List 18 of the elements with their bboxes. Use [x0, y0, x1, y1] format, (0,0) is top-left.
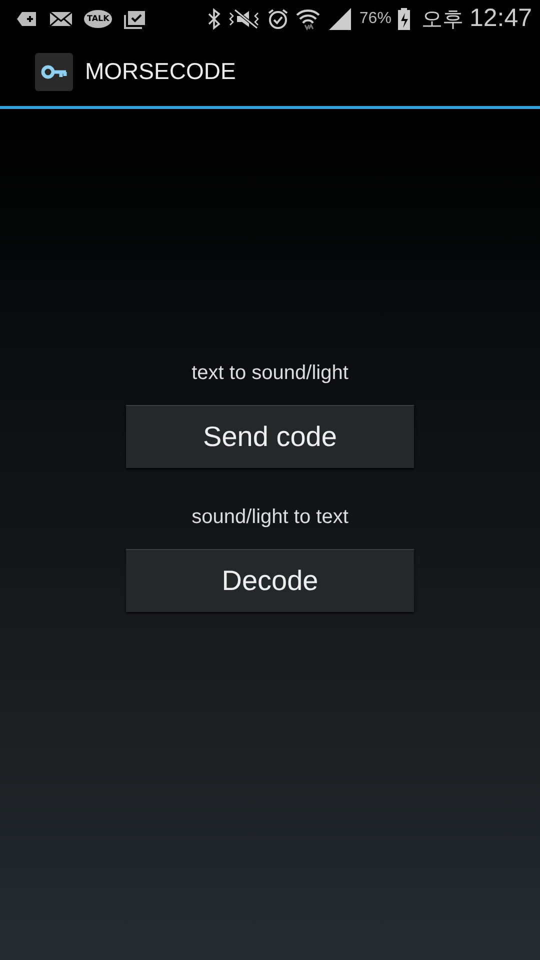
- action-button[interactable]: Decode: [126, 549, 414, 612]
- alarm-clock-icon: [267, 8, 290, 30]
- key-icon: [35, 52, 73, 90]
- mail-icon: [49, 10, 73, 28]
- add-tag-icon: [16, 10, 38, 28]
- mute-vibrate-icon: [227, 8, 262, 30]
- action-button[interactable]: Send code: [126, 405, 414, 468]
- chat-bubble-icon: TALK: [84, 10, 112, 28]
- section-caption: sound/light to text: [192, 506, 348, 529]
- bluetooth-icon: [207, 8, 222, 30]
- time-period: 오후: [421, 6, 464, 32]
- battery-charging-icon: [397, 6, 412, 30]
- wifi-icon: [295, 6, 322, 30]
- app-title: MORSECODE: [85, 58, 236, 85]
- section-caption: text to sound/light: [192, 362, 348, 385]
- clock-time: 12:47: [469, 4, 532, 33]
- battery-percent: 76%: [359, 10, 392, 28]
- signal-icon: [327, 6, 354, 30]
